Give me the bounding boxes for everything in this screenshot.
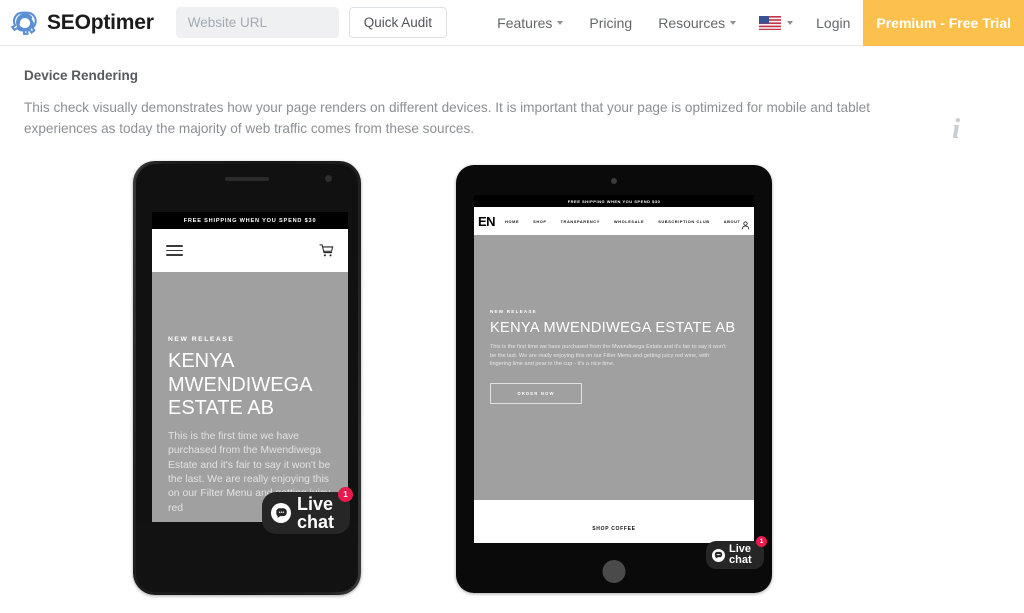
phone-speaker-icon [225, 177, 269, 182]
tablet-footer-text: SHOP COFFEE [592, 525, 636, 532]
live-chat-line1: Live [729, 542, 752, 555]
tablet-preview-screen: FREE SHIPPING WHEN YOU SPEND $30 EN HOME… [474, 195, 754, 544]
brand-name: SEOptimer [47, 10, 154, 34]
shopping-cart-icon[interactable] [319, 243, 334, 258]
tablet-site-nav: EN HOME SHOP TRANSPARENCY WHOLESALE SUBS… [474, 207, 754, 236]
tablet-nav-links: HOME SHOP TRANSPARENCY WHOLESALE SUBSCRI… [505, 219, 740, 224]
section-description: This check visually demonstrates how you… [24, 100, 871, 137]
quick-audit-button[interactable]: Quick Audit [348, 7, 448, 38]
live-chat-line1: Live [297, 493, 334, 514]
nav-item-features[interactable]: Features [484, 15, 576, 31]
mobile-shipping-banner: FREE SHIPPING WHEN YOU SPEND $30 [152, 212, 348, 230]
tablet-nav-shop[interactable]: SHOP [533, 219, 546, 224]
live-chat-line2: chat [297, 512, 335, 533]
language-selector[interactable] [749, 15, 803, 30]
nav-label-features: Features [497, 14, 553, 31]
live-chat-widget-mobile[interactable]: Live chat 1 [262, 487, 353, 535]
tablet-hero-section: NEW RELEASE KENYA MWENDIWEGA ESTATE AB T… [474, 235, 754, 500]
nav-item-resources[interactable]: Resources [645, 15, 749, 31]
chevron-down-icon [787, 20, 794, 25]
mobile-hero-kicker: NEW RELEASE [168, 336, 235, 344]
tablet-nav-about[interactable]: ABOUT [724, 219, 741, 224]
user-account-icon[interactable] [741, 217, 750, 229]
main-navigation: Features Pricing Resources Login Premium… [484, 0, 1024, 46]
nav-label-resources: Resources [658, 14, 726, 31]
chevron-down-icon [557, 20, 564, 25]
tablet-nav-subscription-club[interactable]: SUBSCRIPTION CLUB [658, 219, 710, 224]
tablet-hero-kicker: NEW RELEASE [490, 309, 537, 315]
mobile-hero-heading: KENYA MWENDIWEGA ESTATE AB [168, 350, 312, 420]
mobile-preview-screen: FREE SHIPPING WHEN YOU SPEND $30 NEW REL… [152, 212, 348, 523]
premium-free-trial-button[interactable]: Premium - Free Trial [863, 0, 1024, 46]
info-icon[interactable]: i [952, 113, 960, 146]
chevron-down-icon [730, 20, 737, 25]
seoptimer-gear-icon [10, 8, 40, 38]
device-previews: FREE SHIPPING WHEN YOU SPEND $30 NEW REL… [24, 161, 1000, 601]
page-title: Device Rendering [24, 68, 139, 83]
live-chat-widget-tablet[interactable]: Live chat 1 [706, 536, 767, 570]
nav-item-pricing[interactable]: Pricing [576, 15, 645, 31]
phone-camera-icon [325, 175, 332, 183]
live-chat-line2: chat [729, 554, 752, 567]
tablet-camera-icon [611, 178, 617, 185]
login-link[interactable]: Login [803, 15, 863, 31]
tablet-hero-heading: KENYA MWENDIWEGA ESTATE AB [490, 320, 736, 337]
tablet-shipping-banner: FREE SHIPPING WHEN YOU SPEND $30 [474, 195, 754, 208]
tablet-home-button[interactable] [602, 560, 626, 584]
tablet-device-mockup: FREE SHIPPING WHEN YOU SPEND $30 EN HOME… [456, 165, 772, 594]
website-url-input[interactable] [175, 7, 339, 38]
mobile-device-mockup: FREE SHIPPING WHEN YOU SPEND $30 NEW REL… [133, 161, 361, 596]
tablet-hero-paragraph: This is the first time we have purchased… [490, 344, 726, 368]
live-chat-label: Live chat [297, 495, 334, 532]
tablet-site-logo[interactable]: EN [478, 214, 496, 229]
hamburger-menu-icon[interactable] [166, 245, 183, 257]
nav-label-pricing: Pricing [589, 14, 633, 31]
live-chat-label: Live chat [729, 542, 752, 567]
chat-bubble-icon [712, 548, 725, 562]
device-rendering-section: Device Rendering This check visually dem… [0, 46, 1024, 601]
live-chat-badge: 1 [756, 536, 767, 548]
tablet-nav-transparency[interactable]: TRANSPARENCY [561, 219, 600, 224]
site-header: SEOptimer Quick Audit Features Pricing R… [0, 0, 1024, 46]
brand-logo[interactable]: SEOptimer [10, 8, 154, 38]
tablet-nav-wholesale[interactable]: WHOLESALE [614, 219, 644, 224]
tablet-footer: SHOP COFFEE [474, 500, 754, 544]
chat-bubble-icon [271, 503, 291, 524]
tablet-order-now-button[interactable]: ORDER NOW [490, 383, 582, 405]
mobile-site-nav [152, 229, 348, 273]
us-flag-icon [759, 15, 782, 30]
tablet-nav-home[interactable]: HOME [505, 219, 519, 224]
